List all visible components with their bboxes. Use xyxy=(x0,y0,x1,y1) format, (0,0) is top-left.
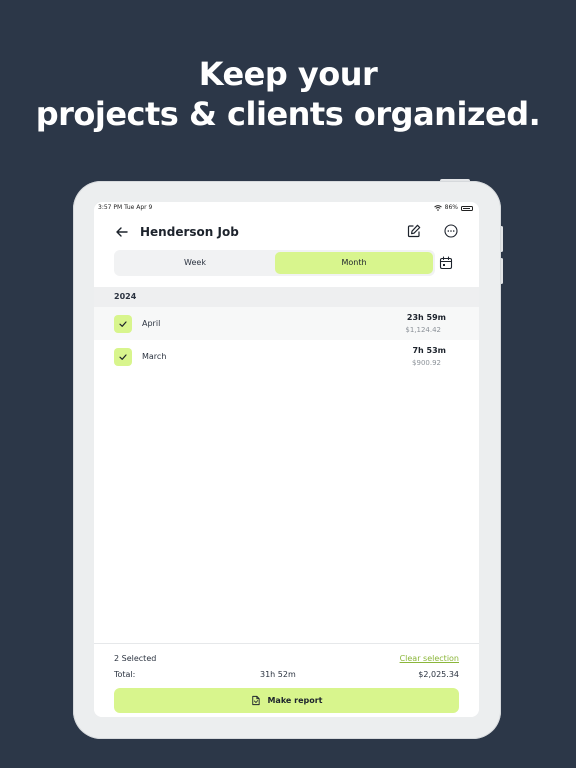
report-icon xyxy=(252,695,261,706)
period-segmented-control: Week Month xyxy=(114,250,435,276)
item-name: March xyxy=(142,352,167,361)
battery-percent: 86% xyxy=(444,204,458,211)
wifi-icon xyxy=(433,205,442,211)
total-duration: 31h 52m xyxy=(260,670,296,679)
list-item[interactable]: March 7h 53m $900.92 xyxy=(94,340,479,373)
marketing-headline: Keep your projects & clients organized. xyxy=(0,54,576,134)
list-item[interactable]: April 23h 59m $1,124.42 xyxy=(94,307,479,340)
checkbox-checked[interactable] xyxy=(114,315,132,333)
checkbox-checked[interactable] xyxy=(114,348,132,366)
edit-icon[interactable] xyxy=(406,223,422,239)
selection-footer: 2 Selected Clear selection Total: 31h 52… xyxy=(94,643,479,717)
year-label: 2024 xyxy=(114,292,137,301)
year-section-header: 2024 xyxy=(94,287,479,307)
nav-bar: Henderson Job xyxy=(94,222,479,244)
headline-line-1: Keep your xyxy=(198,55,378,93)
item-amount: $1,124.42 xyxy=(405,326,441,334)
status-right: 86% xyxy=(433,202,473,214)
segment-month[interactable]: Month xyxy=(275,252,433,274)
segment-week[interactable]: Week xyxy=(116,252,274,274)
app-screen: 3:57 PM Tue Apr 9 86% Henderson Job Week… xyxy=(94,202,479,717)
battery-icon xyxy=(461,205,473,211)
status-bar: 3:57 PM Tue Apr 9 86% xyxy=(94,202,479,214)
total-label: Total: xyxy=(114,670,136,679)
more-icon[interactable] xyxy=(443,223,459,239)
selected-count: 2 Selected xyxy=(114,654,157,663)
item-duration: 23h 59m xyxy=(406,313,446,322)
make-report-label: Make report xyxy=(267,696,323,705)
total-amount: $2,025.34 xyxy=(418,670,459,679)
item-duration: 7h 53m xyxy=(412,346,446,355)
page-title: Henderson Job xyxy=(140,225,239,239)
calendar-icon[interactable] xyxy=(438,255,454,271)
item-amount: $900.92 xyxy=(412,359,441,367)
arrow-left-icon[interactable] xyxy=(114,224,130,240)
make-report-button[interactable]: Make report xyxy=(114,688,459,713)
checkmark-icon xyxy=(119,354,127,360)
headline-line-2: projects & clients organized. xyxy=(35,95,541,133)
checkmark-icon xyxy=(119,321,127,327)
item-name: April xyxy=(142,319,161,328)
clear-selection-link[interactable]: Clear selection xyxy=(400,654,459,663)
status-time: 3:57 PM Tue Apr 9 xyxy=(98,204,153,211)
